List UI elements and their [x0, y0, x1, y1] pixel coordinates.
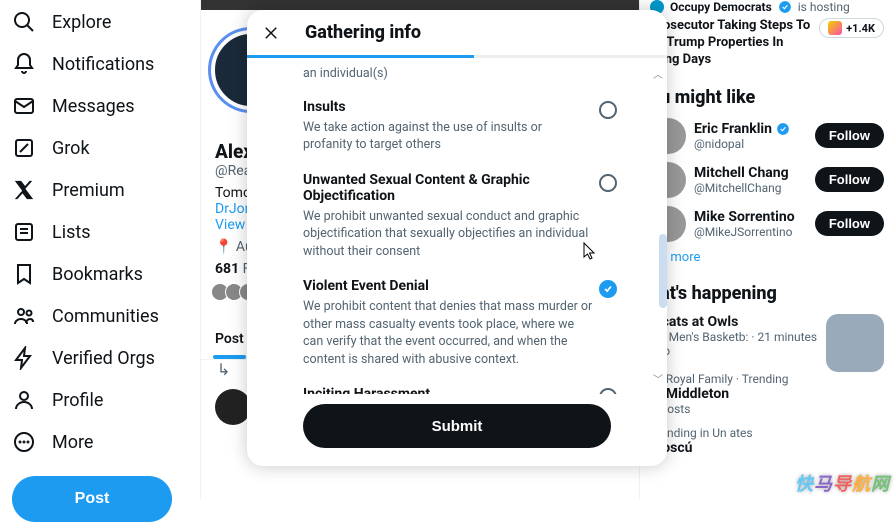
option-desc: We prohibit unwanted sexual conduct and …	[303, 208, 593, 261]
option-title: Insults	[303, 99, 593, 115]
modal-body: ︿ ﹀ an individual(s) Insults We take act…	[247, 58, 667, 394]
scroll-up-icon[interactable]: ︿	[653, 66, 663, 81]
radio-button[interactable]	[599, 101, 617, 119]
report-option-inciting-harassment[interactable]: Inciting Harassment We prohibit behavior…	[303, 386, 617, 394]
option-title: Violent Event Denial	[303, 278, 593, 294]
report-option-insults[interactable]: Insults We take action against the use o…	[303, 99, 617, 154]
watermark: 快马导航网	[795, 470, 890, 496]
option-title: Unwanted Sexual Content & Graphic Object…	[303, 172, 593, 204]
radio-button[interactable]	[599, 388, 617, 394]
option-title: Inciting Harassment	[303, 386, 593, 394]
report-option-violent-denial[interactable]: Violent Event Denial We prohibit content…	[303, 278, 617, 368]
scroll-down-icon[interactable]: ﹀	[653, 371, 663, 386]
radio-button-checked[interactable]	[599, 280, 617, 298]
option-desc: We prohibit content that denies that mas…	[303, 298, 593, 368]
option-desc: We take action against the use of insult…	[303, 119, 593, 154]
scrollbar-thumb[interactable]	[659, 234, 667, 308]
report-option-unwanted-sexual[interactable]: Unwanted Sexual Content & Graphic Object…	[303, 172, 617, 261]
report-modal: Gathering info ︿ ﹀ an individual(s) Insu…	[247, 10, 667, 466]
option-desc-truncated: an individual(s)	[303, 66, 617, 83]
submit-button[interactable]: Submit	[303, 404, 611, 448]
modal-title: Gathering info	[305, 22, 421, 43]
radio-button[interactable]	[599, 174, 617, 192]
close-button[interactable]	[261, 23, 281, 43]
